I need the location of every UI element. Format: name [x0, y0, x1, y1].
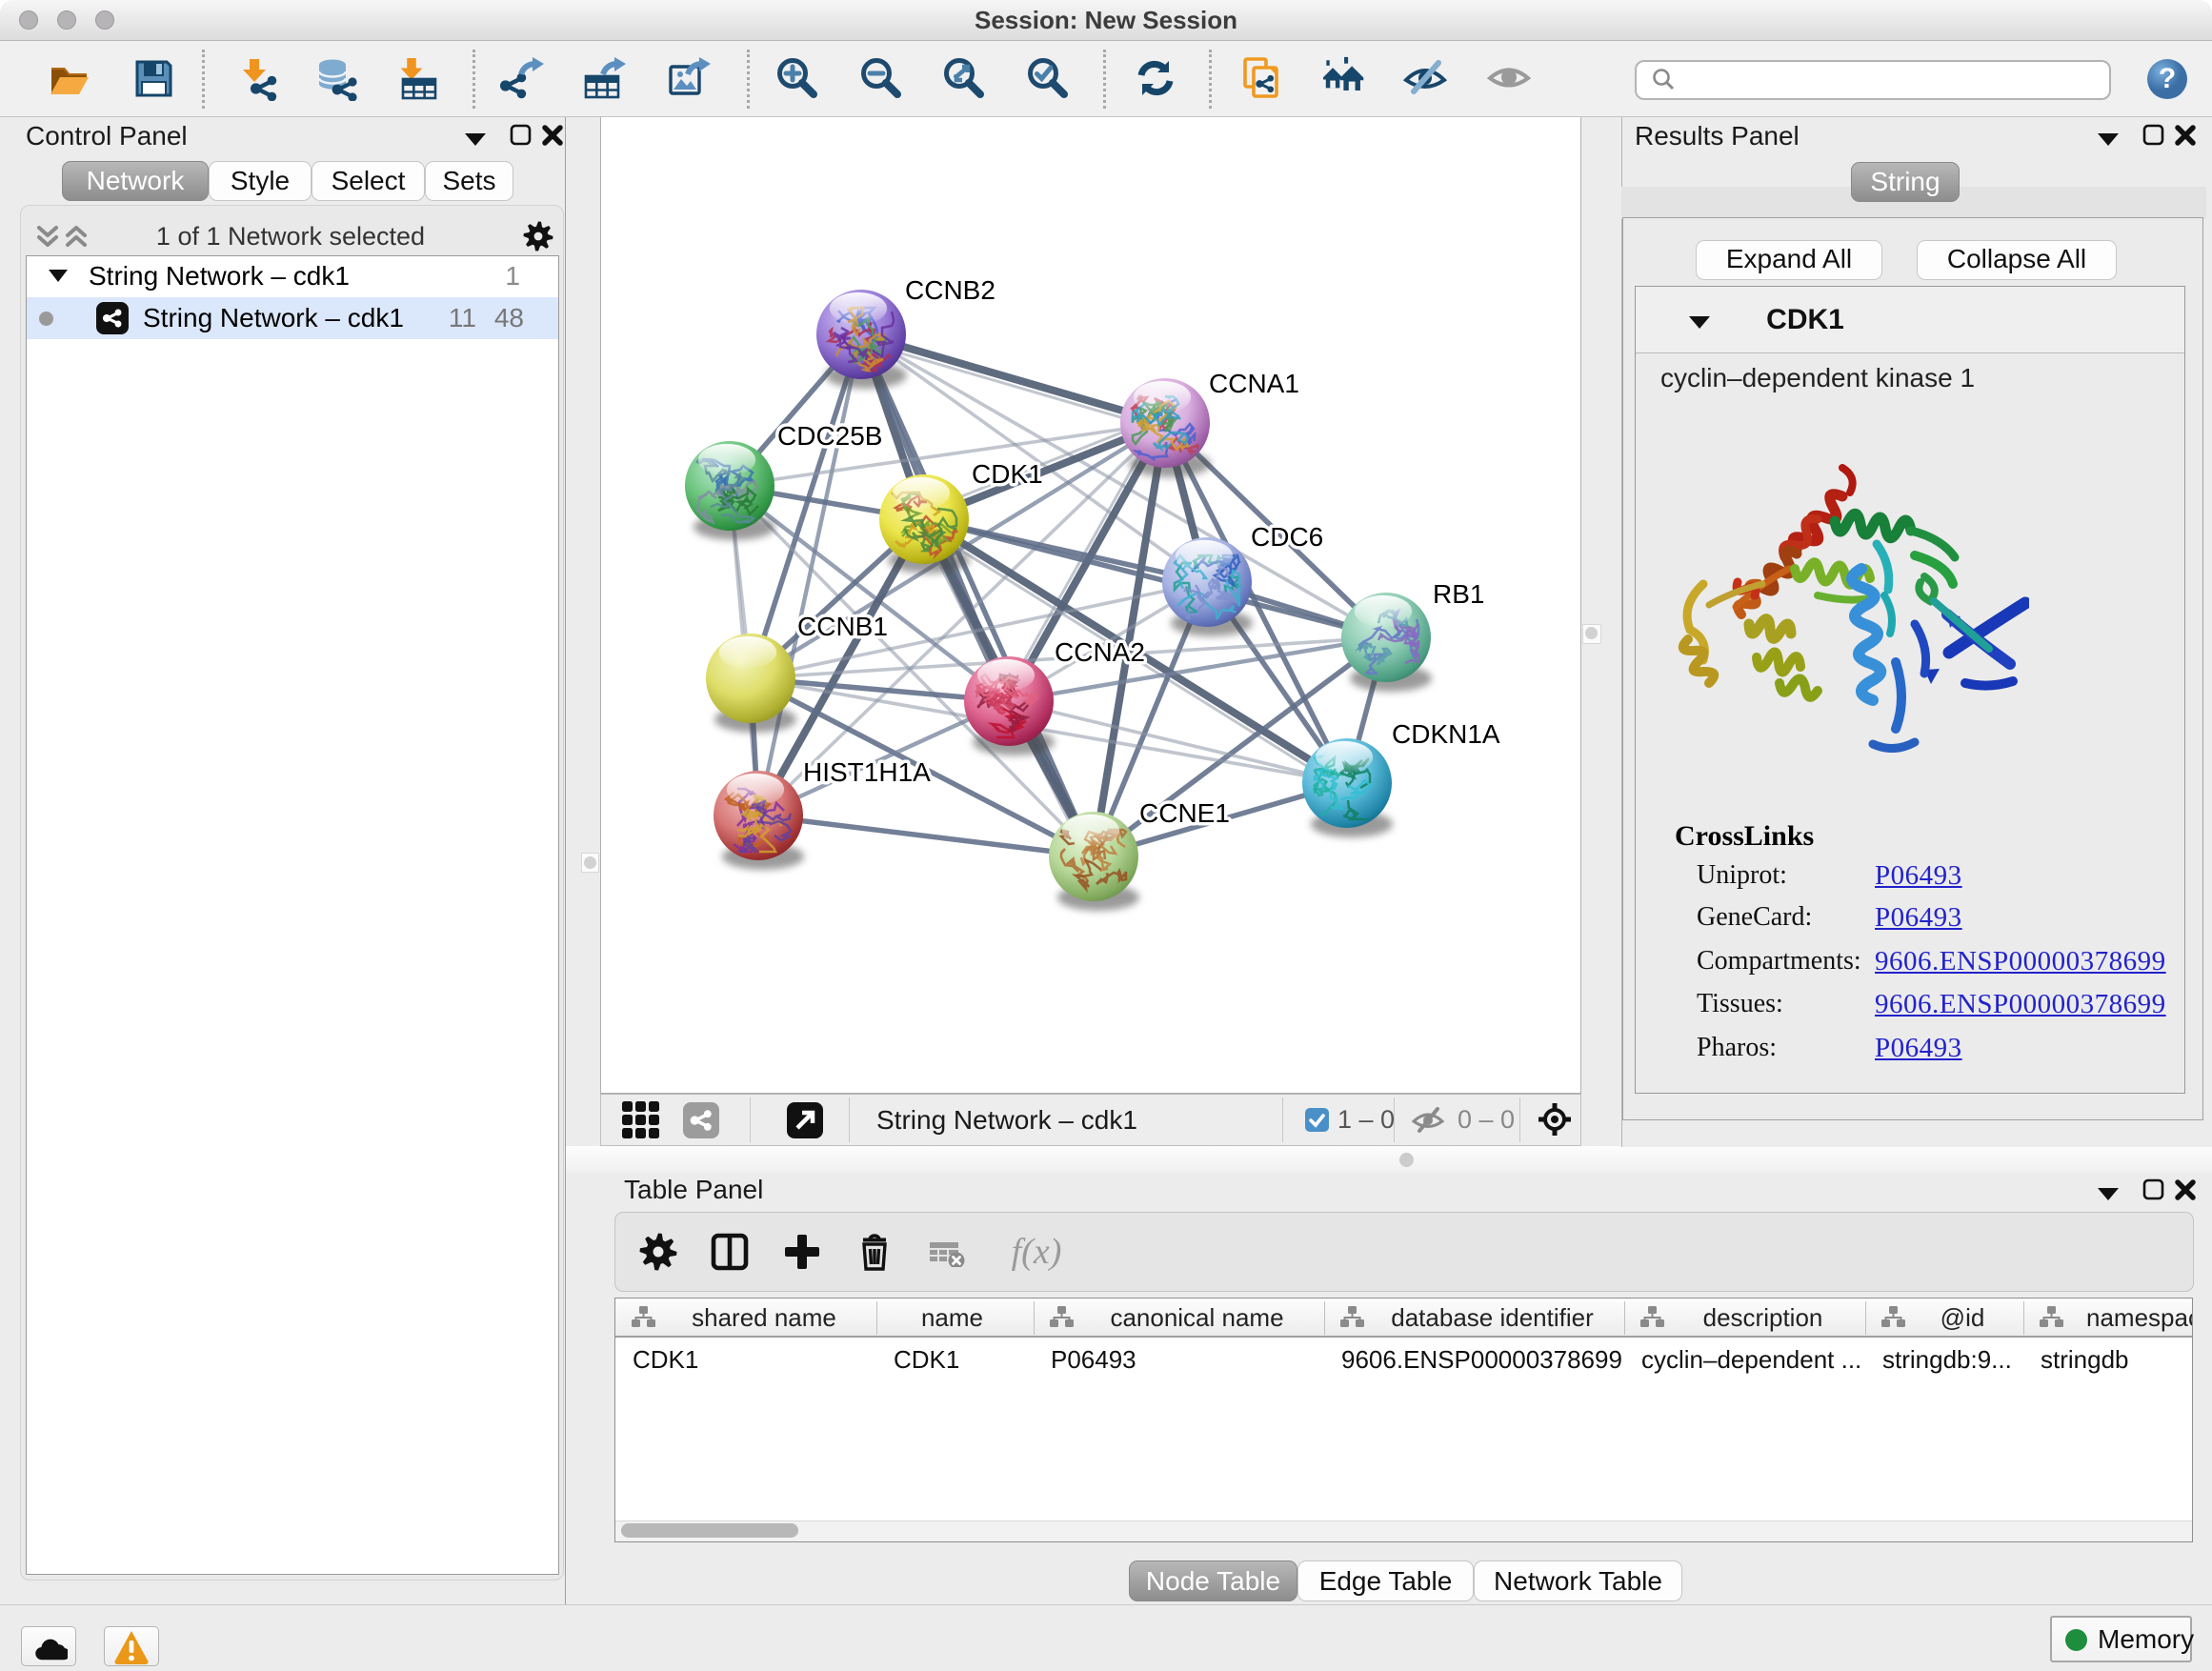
svg-text:CDKN1A: CDKN1A	[1392, 719, 1500, 749]
svg-text:?: ?	[2159, 63, 2176, 94]
svg-text:CCNA1: CCNA1	[1209, 369, 1299, 398]
svg-text:CCNB1: CCNB1	[797, 612, 888, 641]
svg-text:CCNE1: CCNE1	[1139, 798, 1230, 828]
svg-text:RB1: RB1	[1433, 579, 1484, 609]
svg-text:HIST1H1A: HIST1H1A	[803, 757, 931, 787]
svg-text:CDC25B: CDC25B	[777, 421, 882, 451]
svg-text:CCNA2: CCNA2	[1055, 637, 1145, 667]
svg-text:CDC6: CDC6	[1251, 522, 1323, 552]
svg-text:CCNB2: CCNB2	[905, 275, 995, 305]
svg-text:CDK1: CDK1	[972, 459, 1043, 489]
